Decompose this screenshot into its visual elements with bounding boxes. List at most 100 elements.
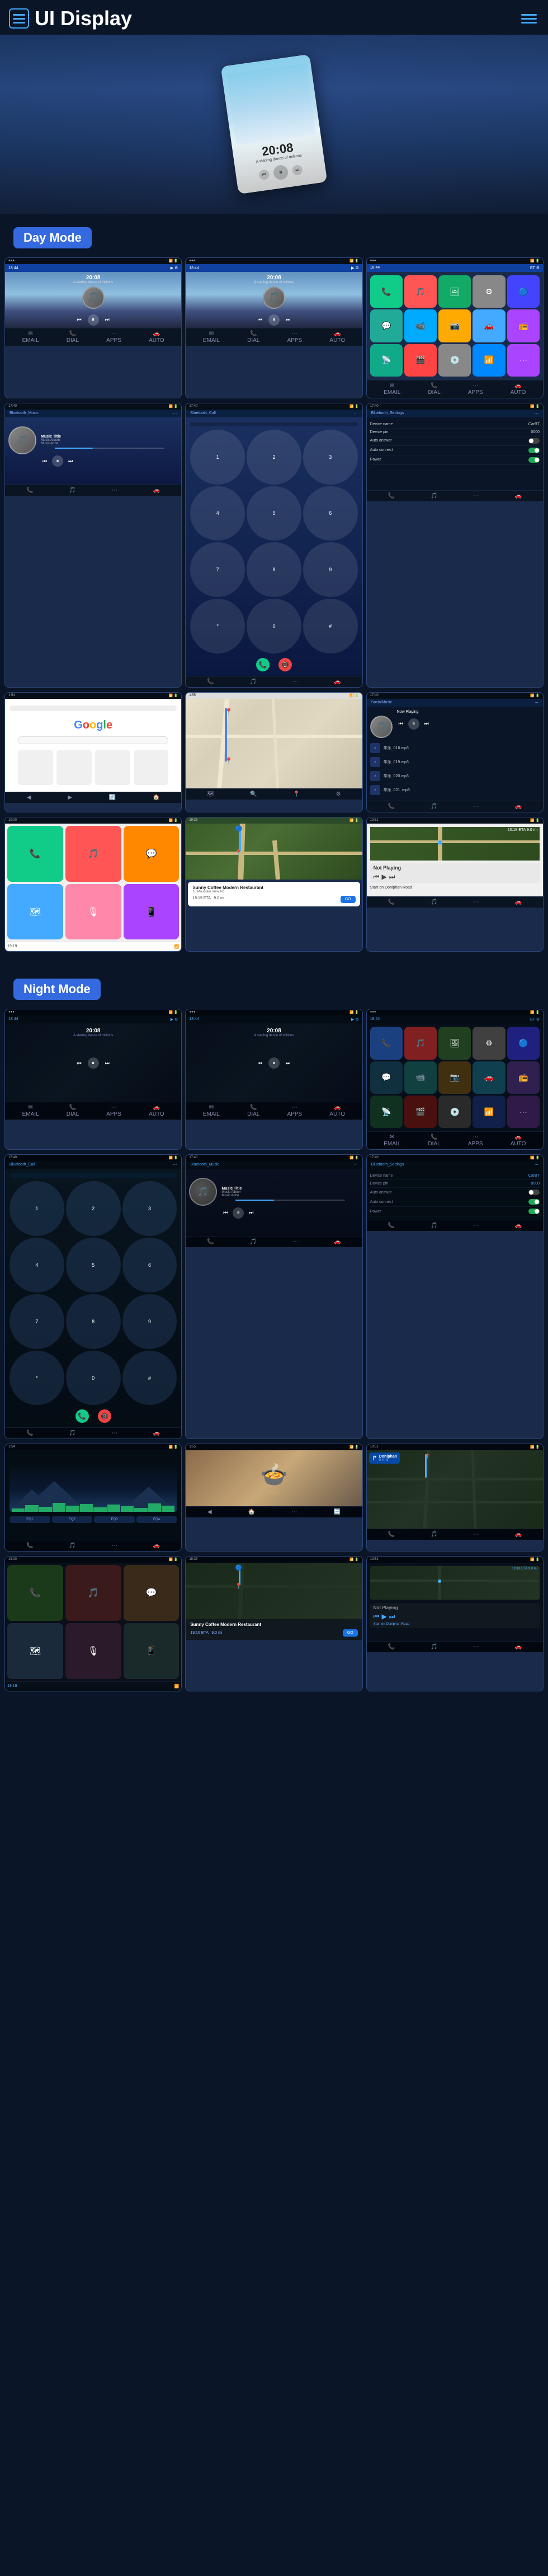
night-apps-1[interactable]: ⋯APPS [106,1104,121,1117]
shortcut-4[interactable] [134,750,169,785]
night-app-settings[interactable]: ⚙ [473,1027,505,1059]
app-bluetooth[interactable]: 🔵 [507,275,540,308]
dial-5[interactable]: 5 [247,486,301,541]
night-dial-0[interactable]: 0 [66,1351,121,1405]
night-auto-2[interactable]: 🚗AUTO [329,1104,345,1117]
end-call-button[interactable]: 📵 [278,658,292,671]
night-cp-maps[interactable]: 🗺 [7,1623,63,1679]
dial-3[interactable]: 3 [303,430,358,485]
auto-now-playing[interactable]: 🚗 [515,899,522,905]
night-np-phone[interactable]: 📞 [388,1644,395,1650]
carplay-maps[interactable]: 🗺 [7,884,63,940]
app-dvd[interactable]: 💿 [438,344,471,377]
track-3[interactable]: ♪ 华乐_020.mp3 [370,769,540,783]
auto-local[interactable]: 🚗 [515,803,522,810]
carplay-phone[interactable]: 📞 [7,826,63,882]
night-dial-6[interactable]: 6 [122,1238,177,1292]
nav-go-button[interactable]: GO [341,896,356,903]
night-dial-star[interactable]: * [10,1351,64,1405]
night-nav-auto[interactable]: 🚗 [515,1531,522,1538]
night-np-auto[interactable]: 🚗 [515,1644,522,1650]
dial-9[interactable]: 9 [303,542,358,597]
night-eq-btn-4[interactable]: EQ4 [136,1516,177,1523]
prev-1[interactable]: ⏮ [75,316,83,324]
next-button[interactable]: ⏭ [292,164,303,176]
app-video[interactable]: 🎬 [404,344,437,377]
shortcut-2[interactable] [56,750,92,785]
night-food-refresh[interactable]: 🔄 [334,1509,341,1515]
play-button[interactable]: ⏸ [272,164,289,180]
night-cp-messages[interactable]: 💬 [124,1565,179,1621]
auto-bt-call[interactable]: 🚗 [334,679,341,685]
night-np-apps[interactable]: ⋯ [474,1644,479,1650]
night-apps-btmusic[interactable]: ⋯ [292,1239,298,1245]
night-app-radio[interactable]: 📻 [507,1061,540,1094]
email-nav-3[interactable]: ✉EMAIL [384,383,400,396]
night-phone-btsettings[interactable]: 📞 [388,1223,395,1229]
night-email-ag[interactable]: ✉EMAIL [384,1134,400,1147]
bt-next[interactable]: ⏭ [67,457,74,465]
dial-hash[interactable]: # [303,599,358,654]
app-phone[interactable]: 📞 [370,275,403,308]
night-cp-appstore[interactable]: 📱 [124,1623,179,1679]
night-auto-1[interactable]: 🚗AUTO [149,1104,164,1117]
night-app-car[interactable]: 🚗 [473,1061,505,1094]
track-2[interactable]: ♪ 华乐_019.mp3 [370,755,540,769]
apps-bt-settings[interactable]: ⋯ [474,493,479,499]
night-dial-hash[interactable]: # [122,1351,177,1405]
night-auto-connect-toggle[interactable] [528,1199,540,1205]
apps-nav-2[interactable]: ⋯APPS [287,331,303,344]
night-play-1[interactable]: ⏸ [88,1057,99,1069]
night-end-call-btn[interactable]: 📵 [98,1409,111,1423]
apps-nav-3[interactable]: ⋯APPS [468,383,483,396]
apps-bt-call[interactable]: ⋯ [292,679,298,685]
night-np-prev[interactable]: ⏮ [374,1613,380,1621]
app-fm[interactable]: 📡 [370,344,403,377]
night-dial-2[interactable]: 📞DIAL [247,1104,259,1117]
night-phone-btmusic[interactable]: 📞 [207,1239,214,1245]
map-nav-4[interactable]: ⚙ [336,791,341,797]
night-waveform-apps[interactable]: ⋯ [112,1543,117,1549]
dial-0[interactable]: 0 [247,599,301,654]
map-nav-1[interactable]: 🗺 [207,791,214,797]
app-wechat[interactable]: 💬 [370,309,403,342]
night-app-phone[interactable]: 📞 [370,1027,403,1059]
auto-connect-toggle[interactable] [528,448,540,453]
dial-nav-3[interactable]: 📞DIAL [428,383,440,396]
night-next-2[interactable]: ⏭ [284,1059,292,1067]
phone-bt-settings[interactable]: 📞 [388,493,395,499]
app-radio[interactable]: 📻 [507,309,540,342]
app-camera[interactable]: 📷 [438,309,471,342]
dial-2[interactable]: 2 [247,430,301,485]
local-next[interactable]: ⏭ [423,720,431,728]
dial-1[interactable]: 1 [190,430,245,485]
phone-local[interactable]: 📞 [388,803,395,810]
auto-icon-bt[interactable]: 🚗 [153,487,160,493]
night-app-disc[interactable]: 💿 [438,1096,471,1128]
bt-play[interactable]: ⏸ [52,455,63,467]
night-auto-answer-toggle[interactable] [528,1190,540,1195]
night-nav-go-button[interactable]: GO [343,1629,358,1637]
phone-bt-call[interactable]: 📞 [207,679,214,685]
dial-nav[interactable]: 📞DIAL [67,331,79,344]
night-app-fm[interactable]: 📡 [370,1096,403,1128]
back-browser[interactable]: ◀ [27,795,31,801]
email-nav[interactable]: ✉EMAIL [22,331,39,344]
night-dial-4[interactable]: 4 [10,1238,64,1292]
dial-8[interactable]: 8 [247,542,301,597]
home-browser[interactable]: 🏠 [153,795,159,801]
night-prev-2[interactable]: ⏮ [256,1059,264,1067]
night-dial-9[interactable]: 9 [122,1294,177,1349]
apps-now-playing[interactable]: ⋯ [474,899,479,905]
carplay-appstore[interactable]: 📱 [124,884,179,940]
night-dial-1[interactable]: 1 [10,1181,64,1236]
night-music-btsettings[interactable]: 🎵 [431,1223,437,1229]
apps-nav[interactable]: ⋯APPS [106,331,121,344]
night-dial-5[interactable]: 5 [66,1238,121,1292]
night-app-video[interactable]: 📹 [404,1061,437,1094]
night-cp-podcast[interactable]: 🎙 [65,1623,121,1679]
play-1[interactable]: ⏸ [88,314,99,326]
menu-icon[interactable] [9,8,29,29]
map-nav-3[interactable]: 📍 [293,791,300,797]
night-cp-phone[interactable]: 📞 [7,1565,63,1621]
